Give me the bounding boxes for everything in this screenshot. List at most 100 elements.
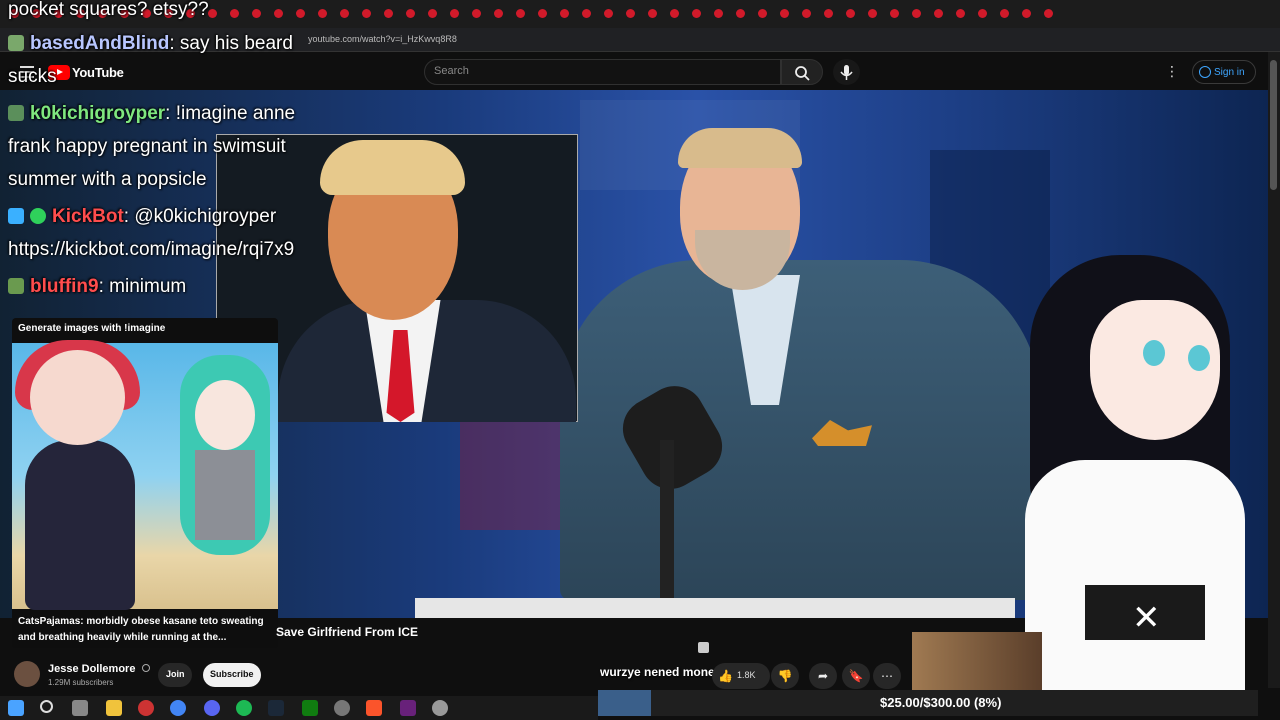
browser-tab-favicon[interactable] [890, 9, 899, 18]
thumbs-up-icon: 👍 [718, 669, 733, 683]
browser-tab-favicon[interactable] [1022, 9, 1031, 18]
chat-message-link[interactable]: https://kickbot.com/imagine/rqi7x9 [8, 233, 294, 266]
sign-in-button[interactable]: Sign in [1192, 60, 1256, 84]
chat-username: k0kichigroyper [30, 103, 166, 124]
brave-icon[interactable] [366, 700, 382, 716]
scrollbar-thumb[interactable] [1270, 60, 1277, 190]
chat-message-partial: pocket squares? etsy?? [8, 0, 209, 20]
chat-message: bluffin9: minimum [8, 270, 186, 303]
discord-icon[interactable] [204, 700, 220, 716]
browser-tab-favicon[interactable] [1000, 9, 1009, 18]
chrome-icon[interactable] [170, 700, 186, 716]
browser-tab-favicon[interactable] [736, 9, 745, 18]
browser-tab-favicon[interactable] [494, 9, 503, 18]
teto-body [25, 440, 135, 610]
browser-tab-favicon[interactable] [1044, 9, 1053, 18]
browser-tab-favicon[interactable] [340, 9, 349, 18]
horizontal-dots-icon: ⋯ [881, 669, 893, 683]
search-placeholder: Search [434, 65, 469, 77]
x-mark-icon: ✕ [1132, 599, 1161, 637]
voice-search-button[interactable] [833, 59, 860, 85]
settings-icon[interactable] [334, 700, 350, 716]
miku-head [195, 380, 255, 450]
close-icon[interactable] [698, 642, 709, 653]
channel-avatar[interactable] [14, 661, 40, 687]
start-menu-icon[interactable] [8, 700, 24, 716]
browser-tab-favicon[interactable] [428, 9, 437, 18]
chat-text: : !imagine anne [165, 103, 296, 124]
browser-tab-favicon[interactable] [516, 9, 525, 18]
chat-message: basedAndBlind: say his beard [8, 27, 293, 60]
browser-tab-favicon[interactable] [824, 9, 833, 18]
spotify-icon[interactable] [236, 700, 252, 716]
browser-tab-favicon[interactable] [362, 9, 371, 18]
browser-tab-favicon[interactable] [384, 9, 393, 18]
browser-tab-favicon[interactable] [296, 9, 305, 18]
browser-tab-favicon[interactable] [472, 9, 481, 18]
browser-tab-favicon[interactable] [802, 9, 811, 18]
microphone-icon [840, 65, 853, 80]
browser-tab-favicon[interactable] [582, 9, 591, 18]
file-explorer-icon[interactable] [106, 700, 122, 716]
more-options-icon[interactable]: ⋮ [1165, 63, 1179, 80]
share-button[interactable]: ➦ [809, 663, 837, 689]
browser-tab-favicon[interactable] [230, 9, 239, 18]
browser-tab-favicon[interactable] [714, 9, 723, 18]
browser-tab-favicon[interactable] [274, 9, 283, 18]
browser-tab-favicon[interactable] [846, 9, 855, 18]
video-title: Save Girlfriend From ICE [276, 625, 419, 639]
recommended-video-thumbnail[interactable] [912, 632, 1042, 690]
join-button[interactable]: Join [158, 663, 192, 687]
browser-tab-favicon[interactable] [604, 9, 613, 18]
more-actions-button[interactable]: ⋯ [873, 663, 901, 689]
xbox-icon[interactable] [302, 700, 318, 716]
browser-tab-favicon[interactable] [912, 9, 921, 18]
thumbs-down-icon: 👎 [777, 669, 793, 683]
verified-badge-icon [30, 208, 46, 224]
sign-in-label: Sign in [1214, 67, 1245, 78]
browser-tab-favicon[interactable] [252, 9, 261, 18]
search-input[interactable] [424, 59, 781, 85]
app-icon-2[interactable] [432, 700, 448, 716]
microphone-stand [660, 440, 674, 600]
browser-tab-favicon[interactable] [648, 9, 657, 18]
chat-message-continuation: frank happy pregnant in swimsuit [8, 136, 286, 157]
task-view-icon[interactable] [72, 700, 88, 716]
browser-tab-favicon[interactable] [692, 9, 701, 18]
browser-tab-favicon[interactable] [956, 9, 965, 18]
share-icon: ➦ [817, 669, 829, 683]
browser-tab-favicon[interactable] [318, 9, 327, 18]
browser-tab-favicon[interactable] [670, 9, 679, 18]
browser-tab-favicon[interactable] [868, 9, 877, 18]
channel-name-text[interactable]: Jesse Dollemore [48, 663, 135, 675]
verified-check-icon [141, 664, 150, 672]
browser-tab-favicon[interactable] [450, 9, 459, 18]
search-button[interactable] [781, 59, 823, 85]
host-hair [678, 128, 802, 168]
search-taskbar-icon[interactable] [40, 700, 53, 713]
imagine-card-caption: CatsPajamas: morbidly obese kasane teto … [18, 616, 264, 643]
chat-badge-icon [8, 278, 24, 294]
browser-tab-favicon[interactable] [406, 9, 415, 18]
browser-tab-favicon[interactable] [758, 9, 767, 18]
browser-tab-favicon[interactable] [208, 9, 217, 18]
tts-overlay-text: wurzye nened money [600, 665, 722, 679]
steam-icon[interactable] [268, 700, 284, 716]
youtube-logo-text[interactable]: YouTube [72, 65, 124, 80]
browser-tab-favicon[interactable] [626, 9, 635, 18]
subscribe-button[interactable]: Subscribe [203, 663, 261, 687]
browser-tab-favicon[interactable] [780, 9, 789, 18]
chat-text: : say his beard [169, 33, 293, 54]
url-text[interactable]: youtube.com/watch?v=i_HzKwvq8R8 [308, 34, 457, 44]
app-icon[interactable] [138, 700, 154, 716]
browser-tab-favicon[interactable] [560, 9, 569, 18]
channel-name[interactable]: Jesse Dollemore [48, 663, 150, 675]
browser-tab-favicon[interactable] [538, 9, 547, 18]
visual-studio-icon[interactable] [400, 700, 416, 716]
browser-tab-favicon[interactable] [934, 9, 943, 18]
dislike-button[interactable]: 👎 [771, 663, 799, 689]
donation-goal-text: $25.00/$300.00 (8%) [880, 695, 1002, 710]
save-button[interactable]: 🔖 [842, 663, 870, 689]
browser-tab-favicon[interactable] [978, 9, 987, 18]
desk [415, 598, 1015, 618]
